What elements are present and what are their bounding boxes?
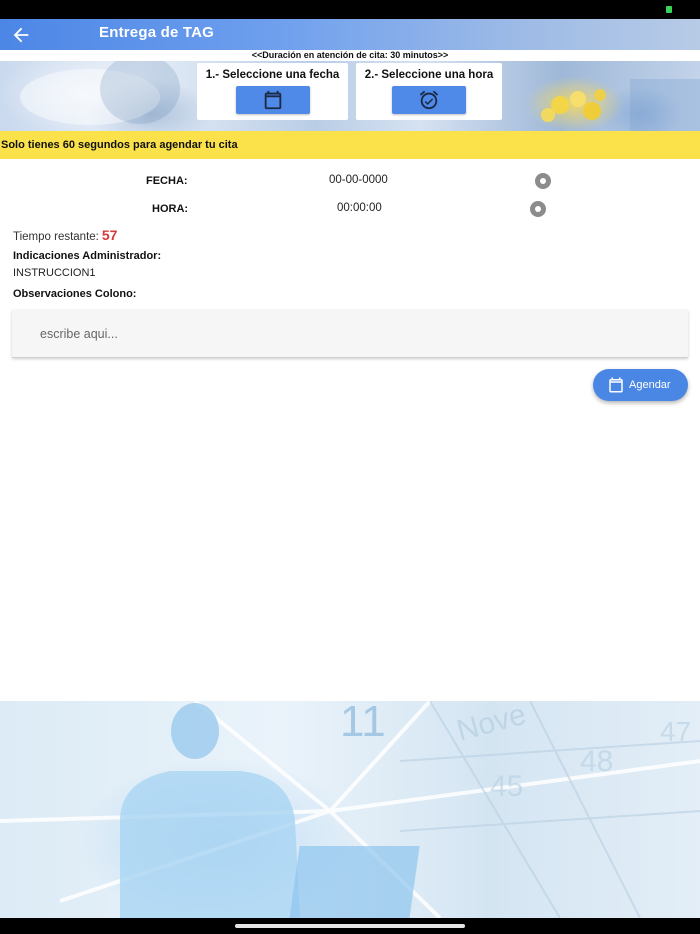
admin-instructions-value: INSTRUCCION1 xyxy=(13,267,96,279)
observations-label: Observaciones Colono: xyxy=(13,288,137,300)
header-banner: Entrega de TAG <<Duración en atención de… xyxy=(0,19,700,131)
calendar-icon xyxy=(264,90,281,110)
back-arrow-icon[interactable] xyxy=(10,24,32,46)
calendar-number-decor: 47 xyxy=(660,716,691,747)
time-remaining-label: Tiempo restante: xyxy=(13,231,99,243)
select-time-button[interactable] xyxy=(392,86,466,114)
admin-instructions-label: Indicaciones Administrador: xyxy=(13,250,162,262)
status-bar xyxy=(0,0,700,19)
date-picker-card: 1.- Seleccione una fecha xyxy=(197,63,348,120)
date-picker-label: 1.- Seleccione una fecha xyxy=(205,69,340,81)
fecha-label: FECHA: xyxy=(146,175,188,187)
calendar-number-decor: 48 xyxy=(580,745,613,778)
home-indicator[interactable] xyxy=(235,924,465,928)
select-date-button[interactable] xyxy=(235,86,310,114)
alarm-clock-icon xyxy=(419,90,439,110)
hora-label: HORA: xyxy=(152,203,189,215)
countdown-warning: Solo tienes 60 segundos para agendar tu … xyxy=(0,131,700,159)
agendar-label: Agendar xyxy=(629,379,671,391)
fecha-value: 00-00-0000 xyxy=(329,174,388,186)
calendar-icon xyxy=(609,377,623,393)
time-remaining-count: 57 xyxy=(101,227,118,243)
observations-input[interactable] xyxy=(12,310,688,358)
footer-calendar-art: 11 Nove 45 48 47 xyxy=(0,701,700,918)
time-remaining: Tiempo restante: 57 xyxy=(13,227,117,243)
hora-radio[interactable] xyxy=(530,201,546,217)
home-bar xyxy=(0,918,700,934)
calendar-number-decor: 45 xyxy=(490,770,523,803)
calendar-number-decor: 11 xyxy=(340,701,386,746)
fecha-radio[interactable] xyxy=(535,173,551,189)
duration-note: <<Duración en atención de cita: 30 minut… xyxy=(0,50,700,61)
calendar-month-decor: Nove xyxy=(453,701,529,748)
battery-icon xyxy=(666,6,672,13)
app-bar: Entrega de TAG xyxy=(0,19,700,50)
app-screen: Entrega de TAG <<Duración en atención de… xyxy=(0,19,700,918)
time-picker-card: 2.- Seleccione una hora xyxy=(356,63,502,120)
agendar-button[interactable]: Agendar xyxy=(593,369,688,401)
page-title: Entrega de TAG xyxy=(99,24,215,41)
time-picker-label: 2.- Seleccione una hora xyxy=(364,69,494,81)
hora-value: 00:00:00 xyxy=(337,202,382,214)
calendar-illustration: 11 Nove 45 48 47 xyxy=(0,701,700,918)
